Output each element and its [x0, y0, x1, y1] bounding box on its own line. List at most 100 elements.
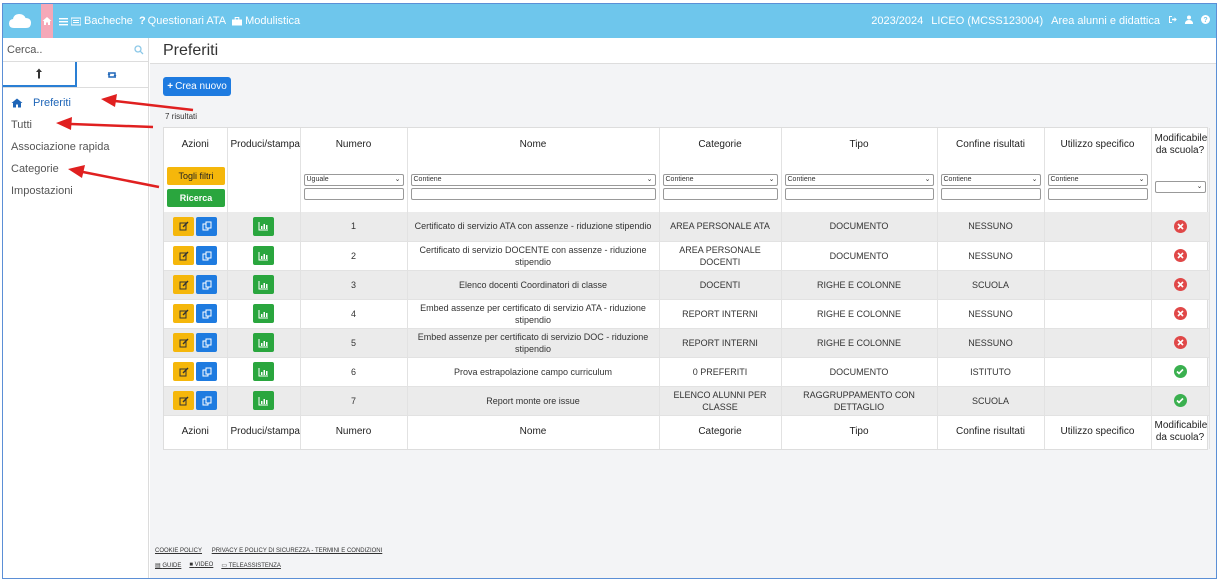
nav-label: Modulistica — [245, 15, 301, 27]
copy-icon[interactable] — [196, 304, 218, 323]
privacy-policy-link[interactable]: PRIVACY E POLICY DI SICUREZZA - TERMINI … — [212, 548, 383, 554]
copy-icon[interactable] — [196, 216, 218, 236]
copy-icon[interactable] — [196, 333, 218, 352]
nome-operator-select[interactable]: Contiene ⌄ — [410, 174, 656, 186]
edit-icon[interactable] — [173, 362, 195, 381]
row-actions — [164, 299, 228, 329]
school-year[interactable]: 2023/2024 — [871, 15, 923, 27]
utilizzo-filter-input[interactable] — [1047, 188, 1148, 200]
cell-confine: ISTITUTO — [937, 357, 1045, 387]
cell-numero: 6 — [300, 357, 408, 387]
copy-icon[interactable] — [196, 362, 218, 381]
confine-filter-input[interactable] — [940, 188, 1041, 200]
col-footer: Azioni — [164, 415, 228, 449]
filter-confine: Contiene ⌄ — [937, 162, 1045, 212]
edit-icon[interactable] — [173, 333, 195, 352]
select-value: Uguale — [306, 176, 329, 183]
categorie-filter-input[interactable] — [662, 188, 778, 200]
cell-nome: Report monte ore issue — [407, 386, 660, 416]
red-arrow-icon — [101, 94, 194, 112]
col-header[interactable]: Categorie — [659, 128, 782, 162]
cell-nome: Embed assenze per certificato di servizi… — [407, 328, 660, 358]
user-icon[interactable] — [1185, 15, 1193, 27]
x-circle-icon — [1173, 219, 1187, 233]
reports-table: Azioni Produci/stampa Numero Nome Catego… — [163, 127, 1210, 450]
tipo-operator-select[interactable]: Contiene ⌄ — [784, 174, 934, 186]
col-header[interactable]: Tipo — [781, 128, 938, 162]
bar-chart-icon[interactable] — [253, 391, 274, 410]
col-header[interactable]: Modificabile da scuola? — [1151, 128, 1210, 162]
edit-icon[interactable] — [173, 304, 195, 323]
x-circle-icon — [1173, 249, 1187, 262]
numero-operator-select[interactable]: Uguale ⌄ — [303, 174, 404, 186]
cell-modificabile — [1151, 299, 1210, 329]
col-header[interactable]: Confine risultati — [937, 128, 1045, 162]
logout-icon[interactable] — [1168, 15, 1177, 27]
edit-icon[interactable] — [173, 391, 195, 410]
col-footer: Numero — [300, 415, 408, 449]
chevron-down-icon: ⌄ — [1196, 183, 1203, 190]
bar-chart-icon[interactable] — [253, 333, 274, 352]
row-actions — [164, 241, 228, 271]
cell-tipo: DOCUMENTO — [781, 241, 938, 271]
tipo-filter-input[interactable] — [784, 188, 934, 200]
cell-modificabile — [1151, 270, 1210, 300]
briefcase-icon — [232, 16, 243, 25]
cell-confine: SCUOLA — [937, 386, 1045, 416]
chevron-down-icon: ⌄ — [1138, 176, 1145, 183]
col-header[interactable]: Nome — [407, 128, 660, 162]
col-footer: Produci/stampa — [227, 415, 301, 449]
cell-nome: Embed assenze per certificato di servizi… — [407, 299, 660, 329]
teleassistenza-link-label: TELEASSISTENZA — [228, 563, 281, 569]
video-link[interactable]: ■ VIDEO — [189, 562, 213, 569]
cell-tipo: RIGHE E COLONNE — [781, 299, 938, 329]
table-row: 2 Certificato di servizio DOCENTE con as… — [164, 241, 1210, 271]
cell-categorie: 0 PREFERITI — [659, 357, 782, 387]
table-row: 6 Prova estrapolazione campo curriculum … — [164, 357, 1210, 387]
bar-chart-icon[interactable] — [253, 216, 274, 236]
col-header[interactable]: Numero — [300, 128, 408, 162]
nav-modulistica[interactable]: Modulistica — [232, 15, 300, 27]
edit-icon[interactable] — [173, 246, 195, 265]
cell-utilizzo — [1044, 386, 1152, 416]
page-title: Preferiti — [150, 38, 1216, 64]
bar-chart-icon[interactable] — [253, 246, 274, 265]
row-actions — [164, 212, 228, 242]
filter-categorie: Contiene ⌄ — [659, 162, 782, 212]
bar-chart-icon[interactable] — [253, 362, 274, 381]
filter-utilizzo: Contiene ⌄ — [1044, 162, 1152, 212]
utilizzo-operator-select[interactable]: Contiene ⌄ — [1047, 174, 1148, 186]
copy-icon[interactable] — [196, 275, 218, 294]
modificabile-select[interactable]: ⌄ — [1154, 181, 1206, 193]
chevron-down-icon: ⌄ — [768, 176, 775, 183]
cell-tipo: DOCUMENTO — [781, 212, 938, 242]
cell-modificabile — [1151, 328, 1210, 358]
cookie-policy-link[interactable]: COOKIE POLICY — [155, 548, 202, 554]
bar-chart-icon[interactable] — [253, 275, 274, 294]
select-value: Contiene — [413, 176, 442, 183]
confine-operator-select[interactable]: Contiene ⌄ — [940, 174, 1041, 186]
table-row: 4 Embed assenze per certificato di servi… — [164, 299, 1210, 329]
guide-link[interactable]: ▤ GUIDE — [155, 562, 181, 569]
numero-filter-input[interactable] — [303, 188, 404, 200]
col-header[interactable]: Utilizzo specifico — [1044, 128, 1152, 162]
teleassistenza-link[interactable]: ▭ TELEASSISTENZA — [221, 562, 281, 569]
help-icon[interactable]: ? — [1201, 15, 1210, 27]
chat-icon: ▭ — [221, 563, 229, 569]
cell-categorie: AREA PERSONALE DOCENTI — [659, 241, 782, 271]
bar-chart-icon[interactable] — [253, 304, 274, 323]
filter-numero: Uguale ⌄ — [300, 162, 408, 212]
school-name[interactable]: LICEO (MCSS123004) — [931, 15, 1043, 27]
chevron-down-icon: ⌄ — [394, 176, 401, 183]
copy-icon[interactable] — [196, 391, 218, 410]
cell-nome: Certificato di servizio DOCENTE con asse… — [407, 241, 660, 271]
copy-icon[interactable] — [196, 246, 218, 265]
edit-icon[interactable] — [173, 275, 195, 294]
row-produce — [227, 299, 301, 329]
select-value: Contiene — [943, 176, 972, 183]
categorie-operator-select[interactable]: Contiene ⌄ — [662, 174, 778, 186]
edit-icon[interactable] — [173, 216, 195, 236]
area-name[interactable]: Area alunni e didattica — [1051, 15, 1160, 27]
nome-filter-input[interactable] — [410, 188, 656, 200]
col-header[interactable]: Produci/stampa — [227, 128, 301, 162]
